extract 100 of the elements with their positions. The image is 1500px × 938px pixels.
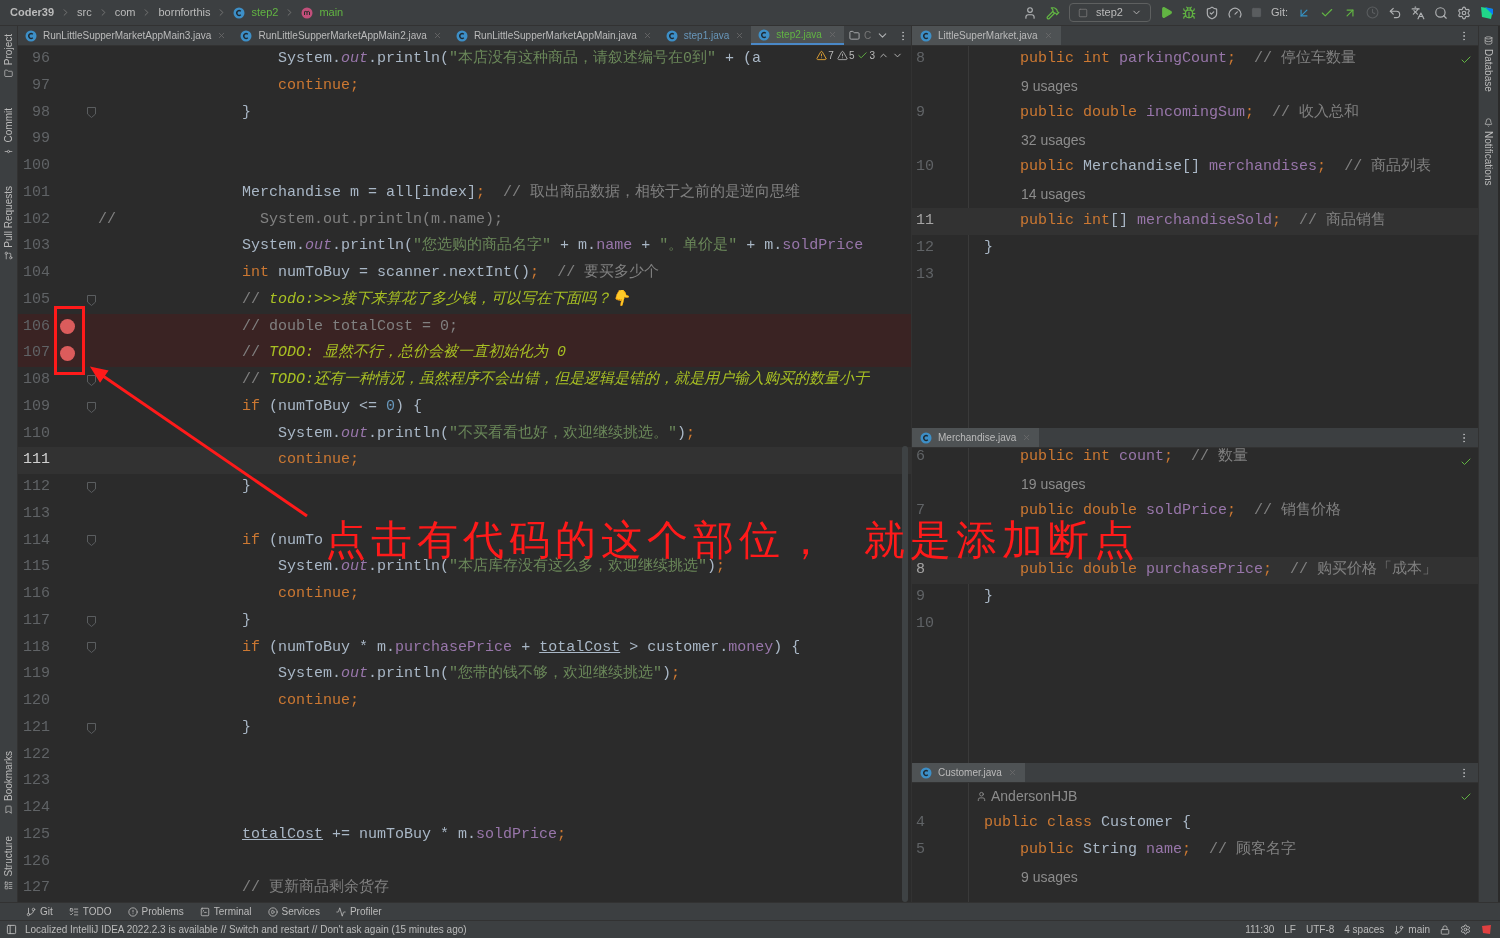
- plugin-icon[interactable]: [1481, 924, 1492, 935]
- line-number: 122: [22, 744, 50, 765]
- breadcrumb-item[interactable]: main: [319, 4, 344, 21]
- scrollbar[interactable]: [902, 446, 908, 902]
- tool-window-button[interactable]: Bookmarks: [1, 747, 16, 819]
- breadcrumb-item[interactable]: com: [114, 4, 136, 21]
- translate-icon[interactable]: [1411, 5, 1425, 20]
- editor-tab[interactable]: LittleSuperMarket.java: [912, 26, 1061, 45]
- tool-window-button[interactable]: Profiler: [335, 904, 382, 919]
- breadcrumb-item[interactable]: bornforthis: [158, 4, 211, 21]
- line-number: 103: [22, 236, 50, 257]
- inspection-count: 5: [848, 49, 855, 63]
- breadcrumb-item[interactable]: src: [77, 4, 92, 21]
- fold-icon[interactable]: [86, 374, 96, 386]
- line-number: 101: [22, 182, 50, 203]
- check-icon: [857, 50, 869, 61]
- author-hint[interactable]: AndersonHJB: [991, 786, 1078, 807]
- tool-window-button[interactable]: Pull Requests: [1, 181, 16, 265]
- tool-icon: [26, 906, 36, 917]
- git-label: Git:: [1270, 5, 1288, 21]
- app-logo-icon[interactable]: [1480, 5, 1494, 20]
- line-number: 9: [915, 587, 926, 608]
- editor-tab[interactable]: RunLittleSupperMarketAppMain3.java: [18, 26, 234, 45]
- breadcrumb-item[interactable]: Coder39: [10, 4, 55, 21]
- tool-icon: [127, 906, 138, 917]
- tool-icon: [1484, 117, 1493, 127]
- inspection-count: 3: [869, 49, 875, 63]
- line-separator[interactable]: LF: [1284, 922, 1296, 937]
- fold-icon[interactable]: [86, 107, 96, 119]
- tool-window-button[interactable]: Problems: [127, 904, 184, 919]
- tool-window-button[interactable]: Notifications: [1481, 113, 1496, 190]
- tool-window-button[interactable]: Git: [26, 904, 53, 919]
- fold-icon[interactable]: [86, 642, 96, 654]
- editor-tab[interactable]: Merchandise.java: [912, 428, 1040, 447]
- settings-icon[interactable]: [1460, 924, 1471, 935]
- code-line: System.out.println("本店没有这种商品，请叙述编号在0到" + (a: [277, 48, 762, 70]
- code-line: // double totalCost = 0;: [241, 316, 459, 337]
- editor-tab[interactable]: RunLittleSupperMarketAppMain.java: [448, 26, 659, 45]
- tool-icon: [4, 251, 13, 261]
- git-branch[interactable]: main: [1394, 922, 1430, 937]
- file-encoding[interactable]: UTF-8: [1305, 922, 1335, 937]
- status-message[interactable]: Localized IntelliJ IDEA 2022.2.3 is available // Switch and restart // Don't ask again (15 minutes ago): [25, 922, 467, 937]
- class-icon: [233, 6, 246, 19]
- run-config-dropdown[interactable]: step2: [1068, 3, 1151, 22]
- fold-icon[interactable]: [86, 294, 96, 306]
- lock-icon[interactable]: [1440, 924, 1450, 935]
- indent-setting[interactable]: 4 spaces: [1344, 922, 1385, 937]
- config-icon: [1077, 7, 1088, 18]
- code-line: public int count; // 数量: [1019, 448, 1249, 468]
- editor-tab[interactable]: Customer.java: [912, 763, 1025, 782]
- fold-icon[interactable]: [86, 481, 96, 493]
- code-line: public class Customer {: [983, 813, 1192, 834]
- line-number: 100: [22, 156, 50, 177]
- code-line: }: [241, 477, 252, 498]
- hammer-icon[interactable]: [1045, 5, 1060, 20]
- editor-tab[interactable]: RunLittleSupperMarketAppMain2.java: [233, 26, 449, 45]
- settings-icon[interactable]: [1457, 5, 1471, 20]
- usages-hint[interactable]: 9 usages: [1021, 867, 1078, 888]
- breakpoint-icon[interactable]: [59, 346, 75, 362]
- code-line: Merchandise m = all[index]; // 取出商品数据，相较于之前的是逆向思维: [241, 182, 801, 203]
- code-line: continue;: [277, 450, 360, 471]
- usages-hint[interactable]: 19 usages: [1021, 474, 1086, 495]
- tool-window-button[interactable]: TODO: [68, 904, 112, 919]
- line-number: 124: [22, 798, 50, 819]
- cursor-position[interactable]: 111:30: [1245, 922, 1275, 937]
- user-icon[interactable]: [1022, 5, 1037, 20]
- check-icon: [1460, 791, 1472, 803]
- search-icon[interactable]: [1434, 5, 1448, 20]
- tool-window-button[interactable]: Services: [267, 904, 320, 919]
- tool-window-button[interactable]: Structure: [1, 832, 16, 894]
- tool-window-button[interactable]: Commit: [1, 104, 16, 160]
- line-number: 127: [22, 878, 50, 899]
- gauge-icon[interactable]: [1227, 5, 1242, 20]
- run-icon[interactable]: [1159, 6, 1173, 19]
- editor-tab[interactable]: step2.java: [751, 26, 844, 45]
- tool-window-button[interactable]: Project: [1, 30, 16, 83]
- method-icon: [301, 6, 314, 19]
- fold-icon[interactable]: [86, 722, 96, 734]
- panel-icon[interactable]: [6, 924, 17, 935]
- tool-window-button[interactable]: Terminal: [199, 904, 252, 919]
- usages-hint[interactable]: 9 usages: [1021, 76, 1078, 97]
- usages-hint[interactable]: 14 usages: [1021, 184, 1086, 205]
- code-line: continue;: [277, 691, 360, 712]
- breadcrumb-item[interactable]: step2: [251, 4, 279, 21]
- code-line: }: [241, 610, 252, 631]
- breakpoint-icon[interactable]: [59, 319, 75, 335]
- shield-icon[interactable]: [1204, 5, 1219, 20]
- fold-icon[interactable]: [86, 615, 96, 627]
- usages-hint[interactable]: 32 usages: [1021, 130, 1086, 151]
- editor-tab[interactable]: step1.java: [658, 26, 752, 45]
- fold-icon[interactable]: [86, 535, 96, 547]
- tool-icon: [4, 69, 13, 79]
- branch-icon: [1394, 924, 1405, 935]
- code-line: System.out.println("您选购的商品名字" + m.name + "。单价是" + m.soldPrice: [241, 235, 864, 257]
- tool-window-button[interactable]: Database: [1481, 32, 1496, 96]
- tool-icon: [68, 906, 79, 917]
- fold-icon[interactable]: [86, 401, 96, 413]
- undo-icon[interactable]: [1388, 5, 1402, 20]
- line-number: 115: [22, 557, 50, 578]
- bug-icon[interactable]: [1181, 5, 1196, 20]
